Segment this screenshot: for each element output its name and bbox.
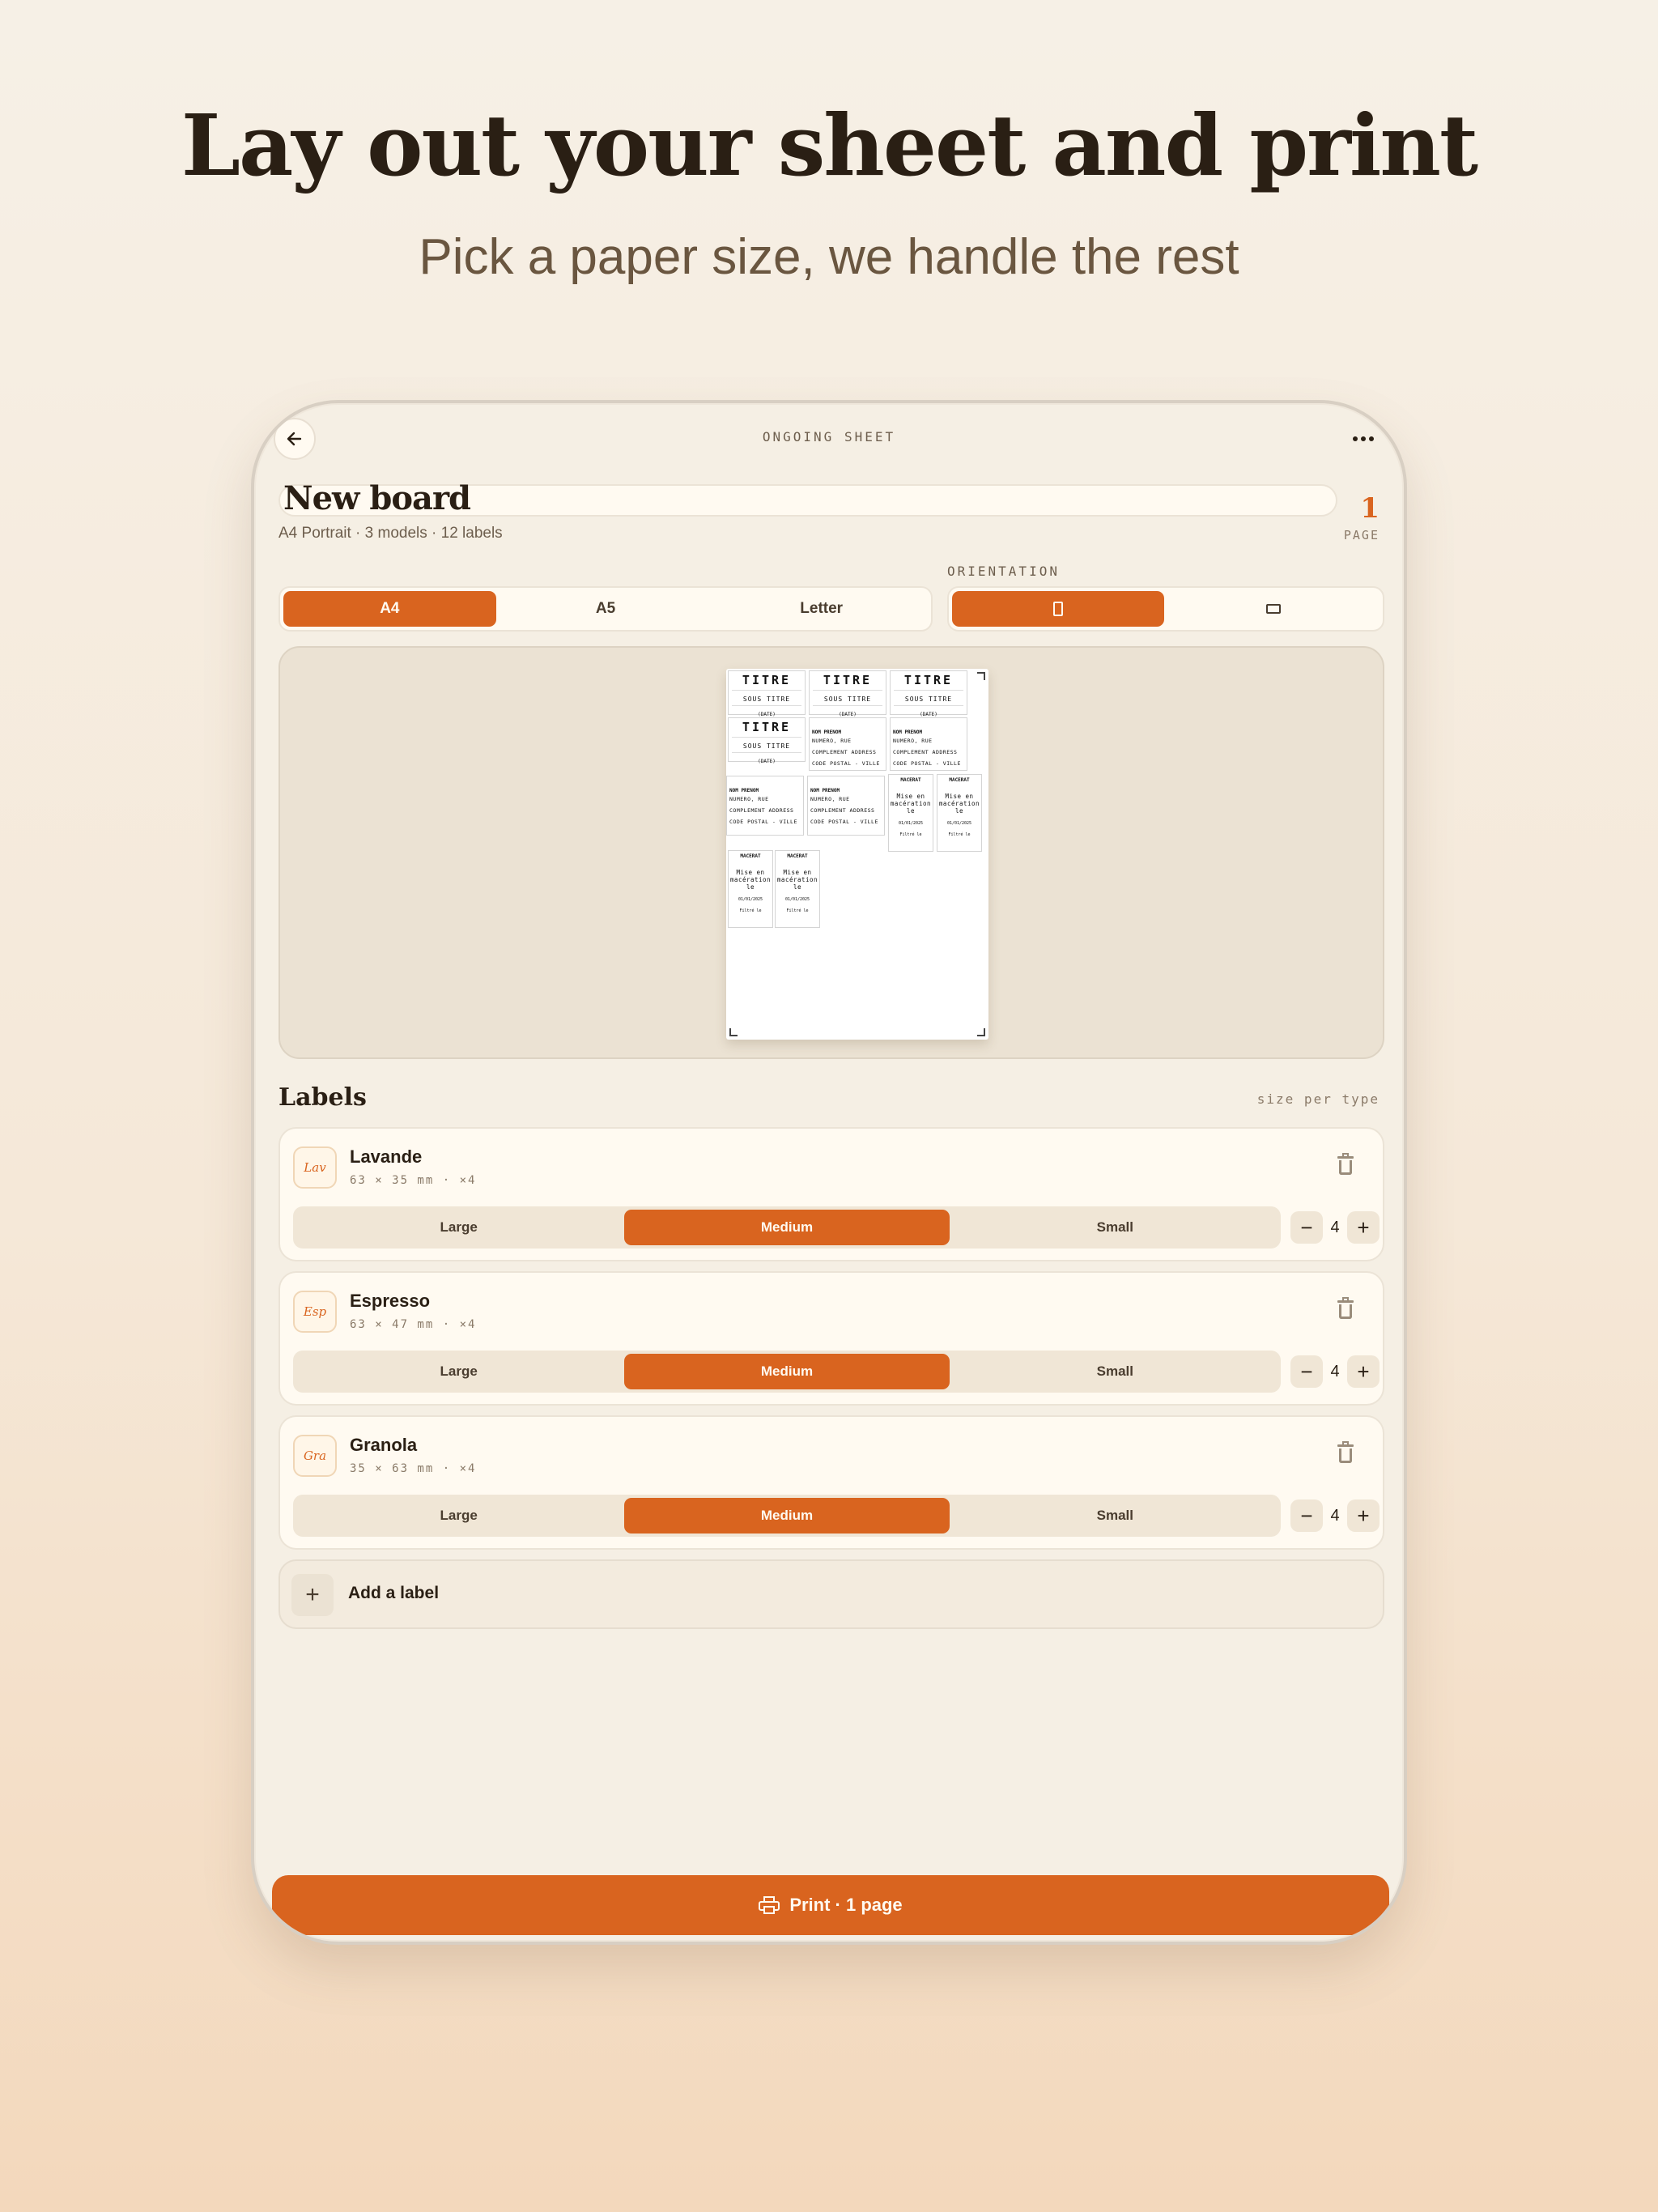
portrait-icon: [1053, 602, 1063, 616]
add-label-text: Add a label: [348, 1584, 440, 1602]
size-option-medium[interactable]: Medium: [624, 1210, 950, 1245]
landscape-icon: [1266, 604, 1281, 614]
mini-address-label: NOM PRENOM NUMERO, RUE COMPLEMENT ADDRES…: [726, 776, 804, 836]
mini-title-label: TITRE SOUS TITRE (DATE): [809, 670, 886, 717]
page-count-label: PAGE: [1343, 528, 1380, 542]
orientation-landscape-button[interactable]: [1167, 591, 1380, 627]
label-card-granola: Gra Granola 35 × 63 mm · ×4 Large Medium…: [278, 1415, 1384, 1550]
add-label-button[interactable]: + Add a label: [278, 1559, 1384, 1629]
quantity-value: 4: [1330, 1218, 1340, 1236]
quantity-value: 4: [1330, 1362, 1340, 1380]
label-card-lavande: Lav Lavande 63 × 35 mm · ×4 Large Medium…: [278, 1127, 1384, 1261]
orientation-portrait-button[interactable]: [952, 591, 1164, 627]
page-count: 1: [1360, 492, 1380, 525]
decrement-button[interactable]: −: [1290, 1211, 1323, 1244]
increment-button[interactable]: +: [1347, 1355, 1380, 1388]
label-badge: Lav: [293, 1146, 337, 1189]
label-name: Espresso: [350, 1291, 431, 1311]
mini-title-label: TITRE SOUS TITRE (DATE): [728, 670, 806, 717]
screen-title: ONGOING SHEET: [762, 429, 896, 445]
increment-button[interactable]: +: [1347, 1499, 1380, 1532]
paper-option-a4[interactable]: A4: [283, 591, 496, 627]
label-dimensions: 63 × 35 mm · ×4: [350, 1174, 477, 1187]
quantity-stepper: − 4 +: [1290, 1355, 1380, 1388]
size-option-small[interactable]: Small: [953, 1210, 1278, 1245]
paper-option-a5[interactable]: A5: [500, 591, 712, 627]
hero-headline: Lay out your sheet and print: [181, 96, 1478, 195]
more-button[interactable]: [1347, 424, 1380, 453]
trash-icon: [1337, 1441, 1354, 1447]
size-option-medium[interactable]: Medium: [624, 1354, 950, 1389]
plus-icon: +: [291, 1574, 334, 1616]
print-button-label: Print · 1 page: [789, 1895, 903, 1915]
delete-label-button[interactable]: [1334, 1297, 1357, 1325]
label-size-selector: Large Medium Small: [293, 1206, 1281, 1249]
orientation-label: ORIENTATION: [947, 564, 1060, 579]
paper-sheet: TITRE SOUS TITRE (DATE) TITRE SOUS TITRE…: [726, 669, 988, 1040]
size-option-medium[interactable]: Medium: [624, 1498, 950, 1534]
mini-address-label: NOM PRENOM NUMERO, RUE COMPLEMENT ADDRES…: [807, 776, 885, 836]
crop-mark: [977, 1028, 985, 1036]
label-badge: Gra: [293, 1435, 337, 1477]
hero-subhead: Pick a paper size, we handle the rest: [419, 229, 1239, 285]
orientation-selector: [947, 586, 1384, 632]
board-title[interactable]: New board: [283, 479, 471, 517]
size-option-small[interactable]: Small: [953, 1498, 1278, 1534]
trash-icon: [1337, 1297, 1354, 1303]
quantity-stepper: − 4 +: [1290, 1499, 1380, 1532]
paper-size-selector: A4 A5 Letter: [278, 586, 933, 632]
board-meta: A4 Portrait · 3 models · 12 labels: [278, 525, 503, 542]
crop-mark: [977, 672, 985, 680]
size-option-large[interactable]: Large: [296, 1354, 621, 1389]
increment-button[interactable]: +: [1347, 1211, 1380, 1244]
quantity-value: 4: [1330, 1506, 1340, 1525]
labels-section-title: Labels: [278, 1083, 367, 1112]
printer-icon: [759, 1896, 780, 1914]
mini-title-label: TITRE SOUS TITRE (DATE): [728, 717, 806, 764]
label-dimensions: 35 × 63 mm · ×4: [350, 1462, 477, 1475]
mini-maceration-label: MACERAT Mise en macération le 01/01/2025…: [728, 850, 773, 928]
size-option-small[interactable]: Small: [953, 1354, 1278, 1389]
labels-section-hint: size per type: [1256, 1091, 1380, 1107]
label-dimensions: 63 × 47 mm · ×4: [350, 1318, 477, 1331]
label-name: Lavande: [350, 1146, 423, 1167]
paper-option-letter[interactable]: Letter: [715, 591, 928, 627]
label-name: Granola: [350, 1435, 418, 1455]
decrement-button[interactable]: −: [1290, 1499, 1323, 1532]
sheet-preview: TITRE SOUS TITRE (DATE) TITRE SOUS TITRE…: [278, 646, 1384, 1059]
delete-label-button[interactable]: [1334, 1153, 1357, 1180]
tablet-frame: ONGOING SHEET New board A4 Portrait · 3 …: [251, 400, 1407, 1945]
label-badge: Esp: [293, 1291, 337, 1333]
decrement-button[interactable]: −: [1290, 1355, 1323, 1388]
size-option-large[interactable]: Large: [296, 1210, 621, 1245]
crop-mark: [729, 1028, 738, 1036]
trash-icon: [1337, 1153, 1354, 1159]
mini-address-label: NOM PRENOM NUMERO, RUE COMPLEMENT ADDRES…: [809, 717, 886, 771]
print-button[interactable]: Print · 1 page: [272, 1875, 1389, 1935]
mini-maceration-label: MACERAT Mise en macération le 01/01/2025…: [888, 774, 933, 852]
size-option-large[interactable]: Large: [296, 1498, 621, 1534]
mini-address-label: NOM PRENOM NUMERO, RUE COMPLEMENT ADDRES…: [890, 717, 967, 771]
label-size-selector: Large Medium Small: [293, 1351, 1281, 1393]
label-size-selector: Large Medium Small: [293, 1495, 1281, 1537]
mini-maceration-label: MACERAT Mise en macération le 01/01/2025…: [775, 850, 820, 928]
label-card-espresso: Esp Espresso 63 × 47 mm · ×4 Large Mediu…: [278, 1271, 1384, 1406]
quantity-stepper: − 4 +: [1290, 1211, 1380, 1244]
delete-label-button[interactable]: [1334, 1441, 1357, 1469]
mini-maceration-label: MACERAT Mise en macération le 01/01/2025…: [937, 774, 982, 852]
more-horizontal-icon: [1353, 436, 1358, 441]
mini-title-label: TITRE SOUS TITRE (DATE): [890, 670, 967, 717]
